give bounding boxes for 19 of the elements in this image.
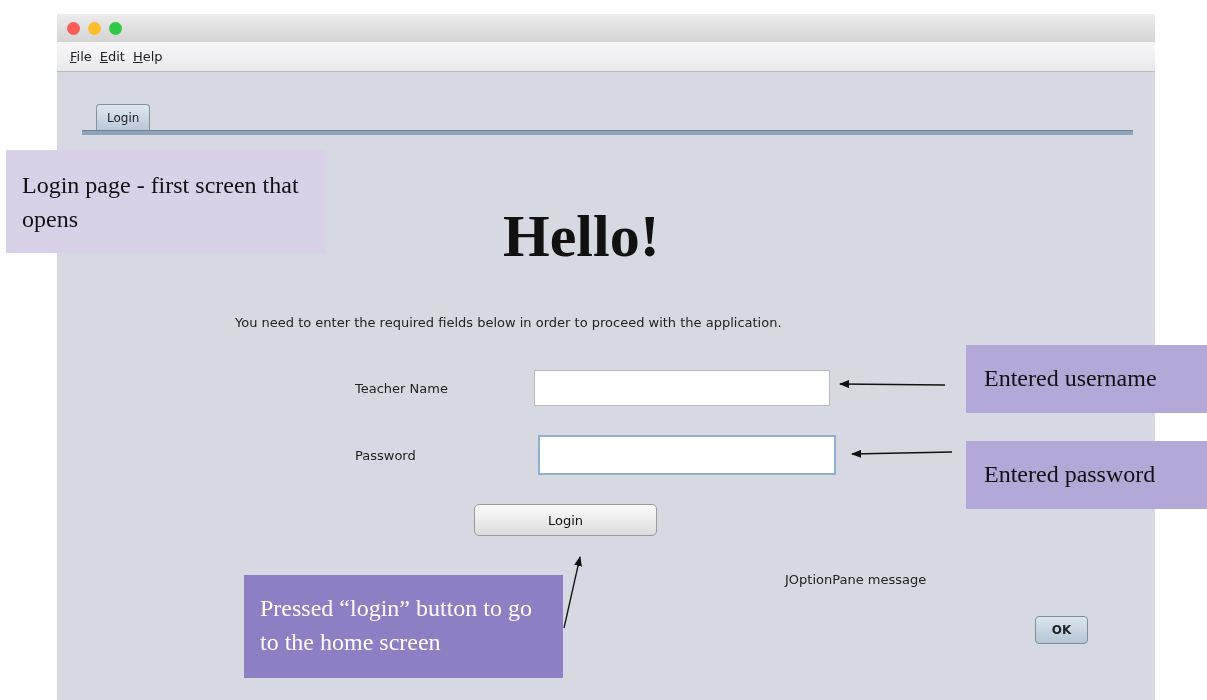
field-label: Password <box>355 447 417 463</box>
menu-item[interactable]: Help <box>132 49 163 64</box>
input-field[interactable] <box>538 435 836 475</box>
annotation-note: Entered password <box>966 441 1207 509</box>
annotation-note: Login page - first screen that opens <box>6 150 326 253</box>
zoom-icon[interactable] <box>109 21 122 35</box>
ok-button[interactable]: OK <box>1035 616 1088 644</box>
login-button[interactable]: Login <box>474 504 657 536</box>
menu-item[interactable]: Edit <box>99 49 125 64</box>
message-text: JOptionPane message <box>783 572 928 588</box>
instruction-text: You need to enter the required fields below in order to proceed with the application. <box>234 315 783 331</box>
close-icon[interactable] <box>67 21 80 35</box>
field-label: Teacher Name <box>355 380 449 396</box>
annotation-note: Entered username <box>966 345 1207 413</box>
minimize-icon[interactable] <box>88 21 101 35</box>
tab[interactable]: Login <box>96 104 151 130</box>
menu-item[interactable]: File <box>70 49 92 64</box>
input-field[interactable] <box>534 370 830 406</box>
annotation-note: Pressed “login” button to go to the home screen <box>244 575 563 678</box>
